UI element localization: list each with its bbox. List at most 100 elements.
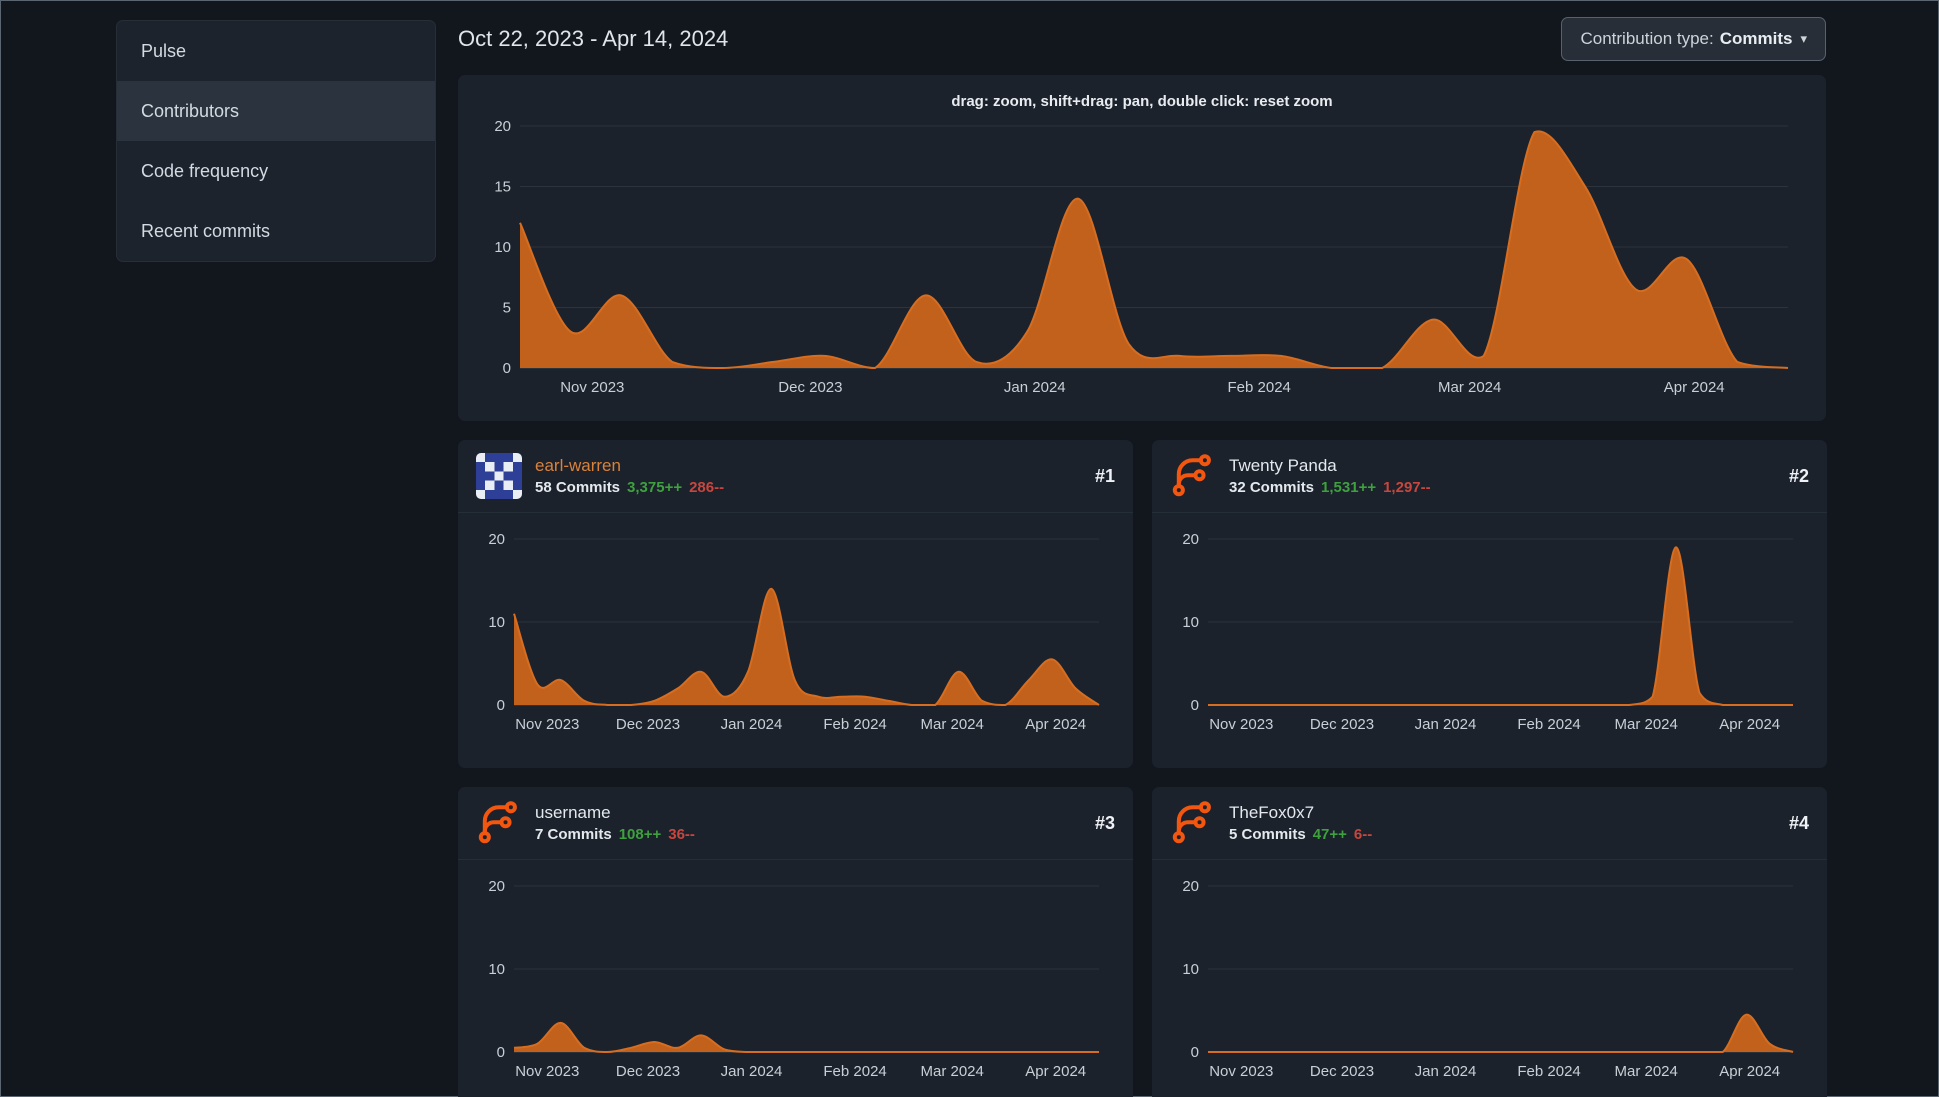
svg-text:Jan 2024: Jan 2024: [1004, 379, 1066, 396]
contributor-stats: 7 Commits 108++ 36--: [535, 826, 695, 843]
rank-badge: #2: [1788, 465, 1809, 486]
contributor-info: Twenty Panda 32 Commits 1,531++ 1,297--: [1229, 456, 1431, 496]
contributor-activity-chart[interactable]: 0 10 20 Nov 2023 Dec 2023 Jan 2024 Feb 2024 Mar…: [474, 874, 1117, 1088]
svg-text:Nov 2023: Nov 2023: [515, 1063, 579, 1080]
contributor-cards-grid: earl-warren 58 Commits 3,375++ 286-- #1 …: [458, 440, 1827, 1097]
sidebar-item-recent-commits[interactable]: Recent commits: [117, 201, 435, 261]
contributor-card: Twenty Panda 32 Commits 1,531++ 1,297-- …: [1152, 440, 1827, 768]
svg-text:Jan 2024: Jan 2024: [1415, 1063, 1477, 1080]
sidebar-item-pulse[interactable]: Pulse: [117, 21, 435, 81]
sidebar-item-code-frequency[interactable]: Code frequency: [117, 141, 435, 201]
date-range-title: Oct 22, 2023 - Apr 14, 2024: [458, 26, 729, 51]
avatar[interactable]: [476, 800, 522, 846]
additions-count: 1,531++: [1321, 479, 1377, 496]
forgejo-logo-icon: [478, 801, 517, 844]
contributions-chart-panel: drag: zoom, shift+drag: pan, double clic…: [458, 75, 1826, 421]
contributors-page: Oct 22, 2023 - Apr 14, 2024 Contribution…: [458, 1, 1827, 1097]
svg-text:10: 10: [1182, 961, 1199, 978]
contribution-type-label: Contribution type:: [1580, 29, 1714, 48]
svg-text:Dec 2023: Dec 2023: [1310, 716, 1374, 733]
svg-text:Dec 2023: Dec 2023: [778, 379, 842, 396]
svg-text:10: 10: [488, 614, 505, 631]
avatar[interactable]: [1170, 453, 1216, 499]
svg-text:Feb 2024: Feb 2024: [823, 1063, 886, 1080]
svg-text:Jan 2024: Jan 2024: [721, 716, 783, 733]
commit-count: 5 Commits: [1229, 826, 1306, 843]
svg-text:20: 20: [488, 878, 505, 895]
contributor-stats: 58 Commits 3,375++ 286--: [535, 479, 724, 496]
rank-badge: #3: [1094, 812, 1115, 833]
svg-text:0: 0: [497, 697, 505, 714]
contributor-activity-chart[interactable]: 0 10 20 Nov 2023 Dec 2023 Jan 2024 Feb 2024 Mar…: [474, 527, 1117, 741]
contributor-card-header: Twenty Panda 32 Commits 1,531++ 1,297-- …: [1152, 440, 1827, 513]
contributor-card-header: username 7 Commits 108++ 36-- #3: [458, 787, 1133, 860]
svg-text:Jan 2024: Jan 2024: [1415, 716, 1477, 733]
svg-text:Dec 2023: Dec 2023: [616, 1063, 680, 1080]
commit-count: 58 Commits: [535, 479, 621, 496]
svg-text:Apr 2024: Apr 2024: [1664, 379, 1725, 396]
svg-text:0: 0: [497, 1044, 505, 1061]
contributor-activity-chart[interactable]: 0 10 20 Nov 2023 Dec 2023 Jan 2024 Feb 2024 Mar…: [1168, 527, 1811, 741]
avatar[interactable]: [476, 453, 522, 499]
svg-text:0: 0: [1191, 1044, 1199, 1061]
deletions-count: 36--: [668, 826, 695, 843]
activity-sidebar-menu: Pulse Contributors Code frequency Recent…: [116, 20, 436, 262]
svg-text:Feb 2024: Feb 2024: [1228, 379, 1291, 396]
contributor-name-link[interactable]: Twenty Panda: [1229, 456, 1431, 476]
contributor-info: TheFox0x7 5 Commits 47++ 6--: [1229, 803, 1372, 843]
contributor-activity-chart[interactable]: 0 10 20 Nov 2023 Dec 2023 Jan 2024 Feb 2024 Mar…: [1168, 874, 1811, 1088]
svg-text:Mar 2024: Mar 2024: [1615, 716, 1678, 733]
svg-text:Feb 2024: Feb 2024: [1517, 1063, 1580, 1080]
svg-text:Apr 2024: Apr 2024: [1025, 716, 1086, 733]
svg-text:20: 20: [488, 531, 505, 548]
svg-text:Mar 2024: Mar 2024: [921, 1063, 984, 1080]
svg-text:Nov 2023: Nov 2023: [1209, 716, 1273, 733]
contributor-name-link[interactable]: username: [535, 803, 695, 823]
contributions-area-chart[interactable]: 0 5 10 15 20 Nov 2023 Dec 2023 Jan 2024 Feb 2024…: [474, 116, 1810, 406]
contributor-card-header: TheFox0x7 5 Commits 47++ 6-- #4: [1152, 787, 1827, 860]
svg-text:0: 0: [503, 360, 511, 377]
svg-text:10: 10: [488, 961, 505, 978]
forgejo-logo-icon: [1172, 454, 1211, 497]
forgejo-logo-icon: [1172, 801, 1211, 844]
contributor-card: earl-warren 58 Commits 3,375++ 286-- #1 …: [458, 440, 1133, 768]
contributor-stats: 32 Commits 1,531++ 1,297--: [1229, 479, 1431, 496]
svg-text:0: 0: [1191, 697, 1199, 714]
contributor-info: username 7 Commits 108++ 36--: [535, 803, 695, 843]
svg-text:Dec 2023: Dec 2023: [1310, 1063, 1374, 1080]
chart-zoom-hint: drag: zoom, shift+drag: pan, double clic…: [951, 93, 1333, 110]
contributor-name-link[interactable]: TheFox0x7: [1229, 803, 1372, 823]
contribution-type-value: Commits: [1719, 29, 1793, 48]
rank-badge: #1: [1094, 465, 1115, 486]
svg-text:Apr 2024: Apr 2024: [1025, 1063, 1086, 1080]
svg-text:20: 20: [494, 118, 511, 135]
svg-text:20: 20: [1182, 531, 1199, 548]
svg-text:Mar 2024: Mar 2024: [921, 716, 984, 733]
page-header: Oct 22, 2023 - Apr 14, 2024 Contribution…: [458, 16, 1826, 62]
avatar[interactable]: [1170, 800, 1216, 846]
svg-text:15: 15: [494, 179, 511, 196]
svg-text:Jan 2024: Jan 2024: [721, 1063, 783, 1080]
svg-text:Apr 2024: Apr 2024: [1719, 716, 1780, 733]
contributor-card: username 7 Commits 108++ 36-- #3 0 10 20 No…: [458, 787, 1133, 1097]
additions-count: 47++: [1312, 826, 1347, 843]
svg-text:Apr 2024: Apr 2024: [1719, 1063, 1780, 1080]
svg-text:Mar 2024: Mar 2024: [1438, 379, 1501, 396]
additions-count: 3,375++: [627, 479, 683, 496]
sidebar-item-contributors[interactable]: Contributors: [117, 81, 435, 141]
svg-text:Nov 2023: Nov 2023: [1209, 1063, 1273, 1080]
contributor-card-header: earl-warren 58 Commits 3,375++ 286-- #1: [458, 440, 1133, 513]
contributor-stats: 5 Commits 47++ 6--: [1229, 826, 1372, 843]
commit-count: 7 Commits: [535, 826, 612, 843]
deletions-count: 6--: [1353, 826, 1373, 843]
svg-text:20: 20: [1182, 878, 1199, 895]
svg-text:Feb 2024: Feb 2024: [1517, 716, 1580, 733]
additions-count: 108++: [618, 826, 662, 843]
contributor-info: earl-warren 58 Commits 3,375++ 286--: [535, 456, 724, 496]
contributor-card: TheFox0x7 5 Commits 47++ 6-- #4 0 10 20 Nov…: [1152, 787, 1827, 1097]
contributor-name-link[interactable]: earl-warren: [535, 456, 724, 476]
deletions-count: 1,297--: [1383, 479, 1431, 496]
contribution-type-dropdown[interactable]: Contribution type: Commits ▾: [1561, 17, 1826, 61]
svg-text:Nov 2023: Nov 2023: [515, 716, 579, 733]
svg-text:10: 10: [1182, 614, 1199, 631]
